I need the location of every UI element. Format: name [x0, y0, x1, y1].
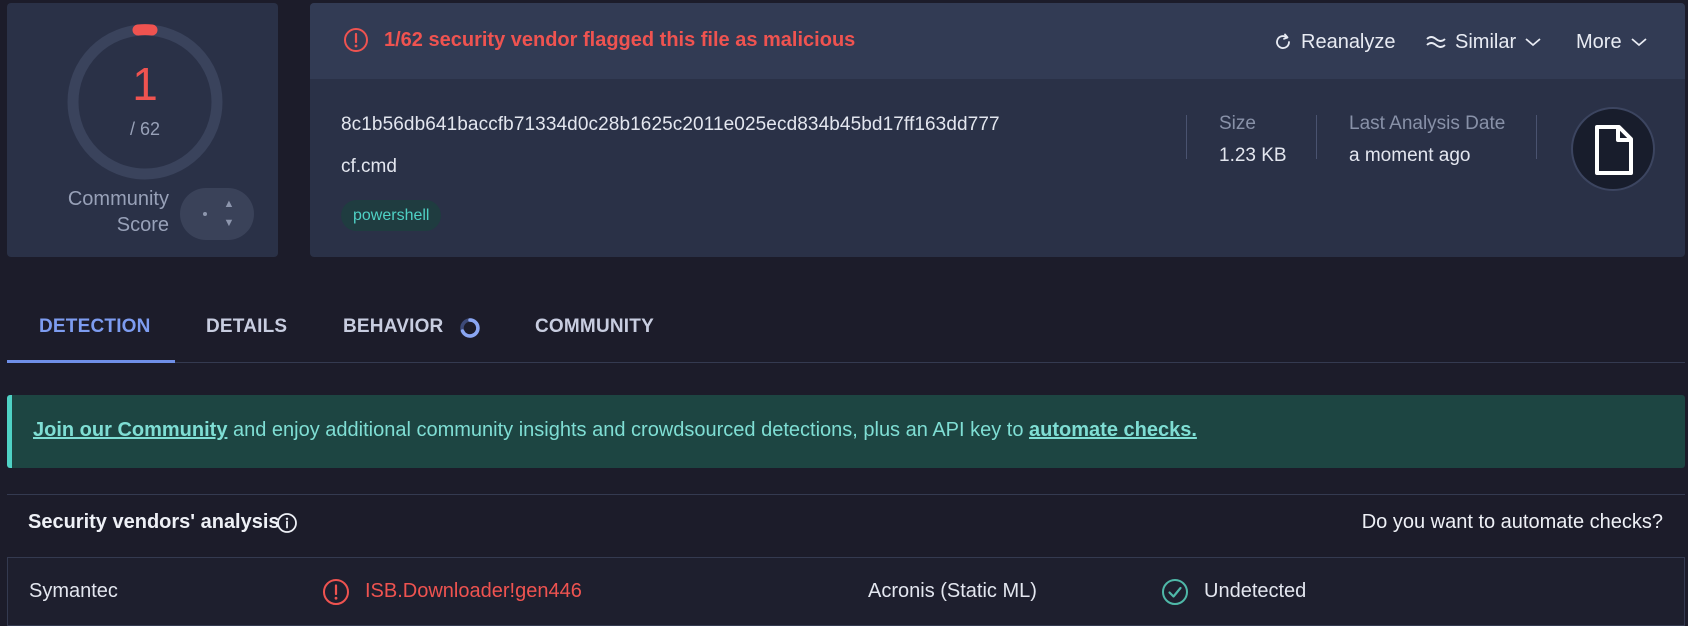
- community-score-value: [203, 212, 207, 216]
- tab-detection[interactable]: DETECTION: [39, 316, 151, 338]
- size-label: Size: [1219, 113, 1256, 135]
- tab-details[interactable]: DETAILS: [206, 316, 287, 338]
- tab-community[interactable]: COMMUNITY: [535, 316, 654, 338]
- file-icon: [1571, 107, 1655, 191]
- vote-up-icon[interactable]: ▲: [222, 199, 236, 209]
- detections-count: 1: [66, 57, 224, 111]
- active-tab-indicator: [7, 360, 175, 363]
- automate-checks-link[interactable]: automate checks.: [1029, 419, 1197, 441]
- file-summary-card: 1/62 security vendor flagged this file a…: [310, 3, 1685, 257]
- info-icon[interactable]: [276, 512, 298, 534]
- file-hash[interactable]: 8c1b56db641baccfb71334d0c28b1625c2011e02…: [341, 114, 1000, 136]
- chevron-down-icon: [1630, 36, 1648, 48]
- community-banner: Join our Community and enjoy additional …: [7, 395, 1685, 468]
- report-tabs: DETECTION DETAILS BEHAVIOR COMMUNITY: [7, 290, 1685, 363]
- divider: [1316, 115, 1317, 159]
- detection-result: ISB.Downloader!gen446: [365, 580, 582, 603]
- banner-body: and enjoy additional community insights …: [227, 419, 1029, 441]
- file-type-badge: [1571, 107, 1655, 191]
- alert-bar: 1/62 security vendor flagged this file a…: [310, 3, 1685, 79]
- security-vendors-section: Security vendors' analysis Do you want t…: [7, 494, 1685, 625]
- file-name: cf.cmd: [341, 156, 397, 178]
- divider: [1186, 115, 1187, 159]
- reanalyze-label: Reanalyze: [1301, 31, 1396, 54]
- detection-result: Undetected: [1204, 580, 1306, 603]
- vote-down-icon[interactable]: ▼: [222, 218, 236, 228]
- last-analysis-label: Last Analysis Date: [1349, 113, 1505, 135]
- chevron-down-icon: [1524, 36, 1542, 48]
- reanalyze-button[interactable]: Reanalyze: [1273, 27, 1396, 57]
- size-value: 1.23 KB: [1219, 145, 1287, 167]
- refresh-icon: [1273, 32, 1293, 52]
- more-label: More: [1576, 31, 1622, 54]
- banner-text: Join our Community and enjoy additional …: [33, 419, 1197, 442]
- detection-score-card: 1 / 62 Community Score ▲ ▼: [7, 3, 278, 257]
- vendor-name: Symantec: [29, 580, 118, 603]
- more-button[interactable]: More: [1576, 27, 1648, 57]
- alert-circle-icon: [343, 27, 369, 53]
- alert-message: 1/62 security vendor flagged this file a…: [384, 29, 855, 52]
- malicious-alert-icon: [322, 578, 350, 606]
- divider: [1536, 115, 1537, 159]
- last-analysis-value: a moment ago: [1349, 145, 1470, 167]
- automate-checks-prompt[interactable]: Do you want to automate checks?: [1362, 511, 1663, 534]
- community-vote-control[interactable]: ▲ ▼: [180, 188, 254, 240]
- similar-button[interactable]: Similar: [1425, 27, 1542, 57]
- tab-behavior[interactable]: BEHAVIOR: [343, 316, 443, 338]
- similar-wave-icon: [1425, 33, 1447, 51]
- file-tag-powershell[interactable]: powershell: [341, 200, 441, 231]
- check-circle-icon: [1161, 578, 1189, 606]
- section-title: Security vendors' analysis: [28, 511, 280, 534]
- vendor-name: Acronis (Static ML): [868, 580, 1037, 603]
- similar-label: Similar: [1455, 31, 1516, 54]
- join-community-link[interactable]: Join our Community: [33, 419, 227, 441]
- detection-gauge: 1 / 62: [66, 23, 224, 181]
- table-row: Symantec ISB.Downloader!gen446 Acronis (…: [7, 557, 1685, 626]
- loading-spinner-icon: [458, 316, 482, 340]
- total-vendors: / 62: [66, 119, 224, 140]
- community-score-label: Community Score: [27, 186, 169, 238]
